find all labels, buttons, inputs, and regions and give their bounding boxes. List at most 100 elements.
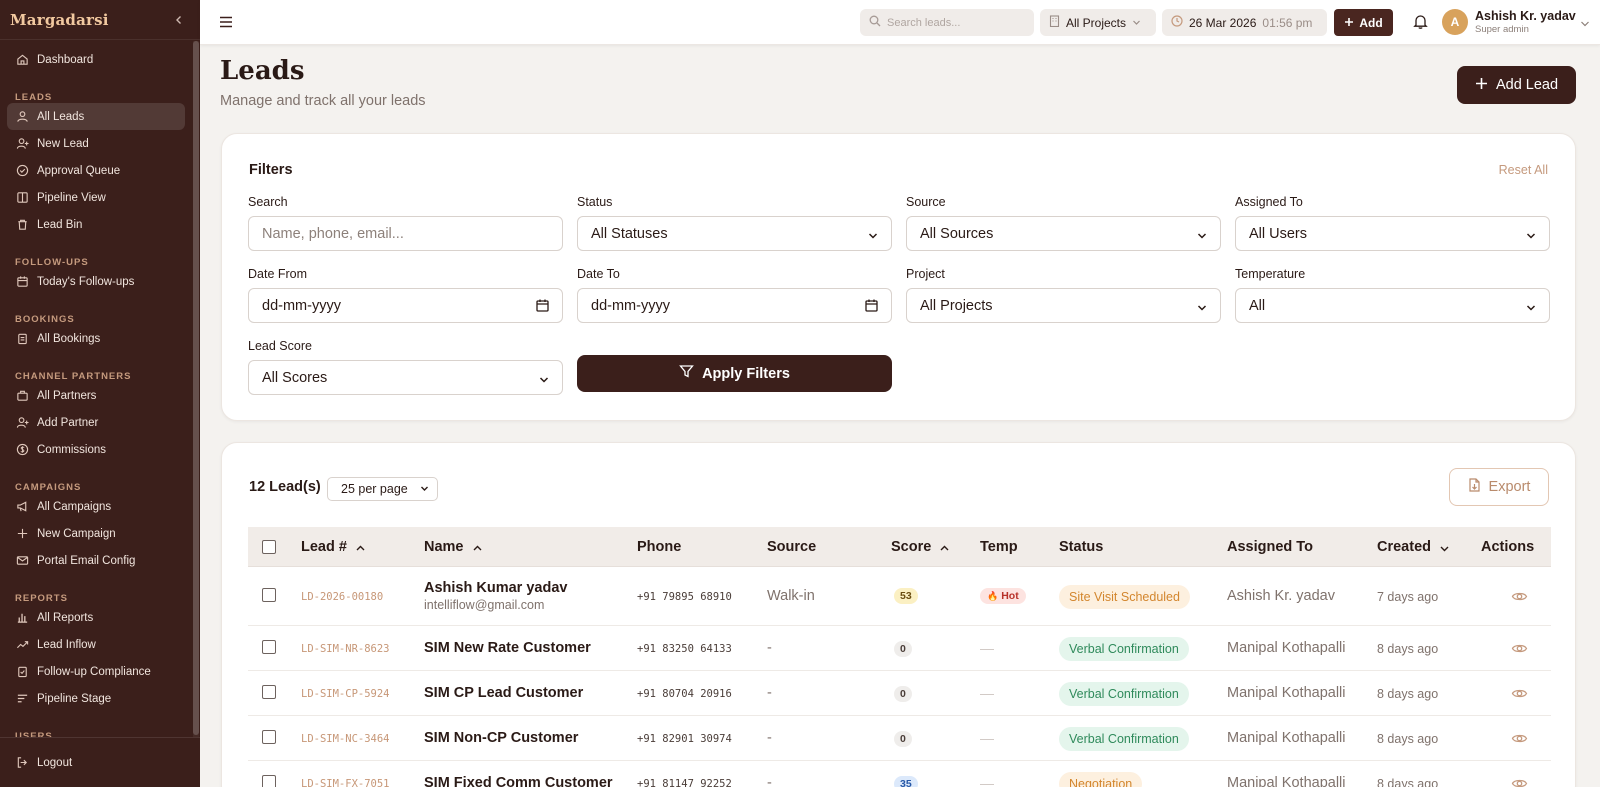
lead-phone: +91 81147 92252 [637, 778, 732, 787]
current-time: 01:56 pm [1262, 15, 1313, 30]
table-row[interactable]: LD-SIM-FX-7051 SIM Fixed Comm Customer +… [248, 762, 1551, 787]
project-filter-select[interactable]: All Projects [906, 288, 1221, 323]
apply-filters-button[interactable]: Apply Filters [577, 355, 892, 392]
sidebar-scrollbar[interactable] [193, 41, 199, 737]
lead-created: 8 days ago [1377, 642, 1439, 656]
logout-button[interactable]: Logout [7, 749, 187, 776]
source-filter-select[interactable]: All Sources [906, 216, 1221, 251]
sidebar-item-add-partner[interactable]: Add Partner [7, 409, 185, 436]
bell-icon[interactable] [1412, 13, 1429, 30]
lead-id[interactable]: LD-SIM-NC-3464 [301, 733, 390, 745]
calendar-icon[interactable] [536, 299, 549, 312]
lead-id[interactable]: LD-SIM-FX-7051 [301, 778, 390, 787]
add-lead-button[interactable]: Add Lead [1457, 66, 1576, 104]
lead-assignee: Manipal Kothapalli [1227, 730, 1346, 746]
file-export-icon [1468, 478, 1481, 496]
column-actions: Actions [1481, 539, 1535, 555]
column-created[interactable]: Created [1377, 527, 1450, 567]
sidebar-scrollbar-thumb[interactable] [193, 41, 199, 735]
menu-icon[interactable] [218, 14, 234, 30]
per-page-select[interactable]: 25 per page [327, 477, 438, 501]
lead-name[interactable]: SIM New Rate Customer [424, 640, 591, 656]
table-row[interactable]: LD-2026-00180 Ashish Kumar yadav intelli… [248, 568, 1551, 626]
global-search[interactable] [860, 9, 1034, 36]
project-selector-value: All Projects [1066, 15, 1127, 30]
lead-name[interactable]: Ashish Kumar yadav [424, 580, 567, 596]
user-menu[interactable]: Ashish Kr. yadav Super admin [1475, 9, 1576, 35]
search-filter-input[interactable]: Name, phone, email... [248, 216, 563, 251]
date-from-input[interactable]: dd-mm-yyyy [248, 288, 563, 323]
sort-desc-icon [1439, 542, 1450, 553]
row-checkbox[interactable] [262, 685, 276, 699]
chevron-down-icon[interactable] [1580, 16, 1590, 27]
lead-name[interactable]: SIM Non-CP Customer [424, 730, 578, 746]
sidebar-item-followup-compliance[interactable]: Follow-up Compliance [7, 658, 185, 685]
view-eye-icon[interactable] [1511, 588, 1528, 605]
collapse-sidebar-icon[interactable] [174, 12, 184, 28]
quick-add-button[interactable]: Add [1334, 9, 1393, 36]
sidebar-item-all-campaigns[interactable]: All Campaigns [7, 493, 185, 520]
avatar[interactable]: A [1442, 9, 1468, 35]
view-eye-icon[interactable] [1511, 685, 1528, 702]
calendar-icon[interactable] [865, 299, 878, 312]
table-row[interactable]: LD-SIM-NR-8623 SIM New Rate Customer +91… [248, 627, 1551, 671]
view-eye-icon[interactable] [1511, 775, 1528, 787]
status-filter-select[interactable]: All Statuses [577, 216, 892, 251]
sidebar-item-approval-queue[interactable]: Approval Queue [7, 157, 185, 184]
sidebar-item-all-leads[interactable]: All Leads [7, 103, 185, 130]
sidebar-section-followups: FOLLOW-UPS [15, 257, 89, 268]
brand-logo[interactable]: Margadarsi [10, 11, 109, 29]
sidebar-item-lead-inflow[interactable]: Lead Inflow [7, 631, 185, 658]
lead-name[interactable]: SIM CP Lead Customer [424, 685, 583, 701]
lead-name[interactable]: SIM Fixed Comm Customer [424, 775, 613, 787]
sidebar-item-label: Pipeline View [37, 191, 106, 204]
sidebar-item-new-lead[interactable]: New Lead [7, 130, 185, 157]
sidebar-section-reports: REPORTS [15, 593, 68, 604]
clipboard-check-icon [16, 665, 29, 678]
view-eye-icon[interactable] [1511, 640, 1528, 657]
lead-id[interactable]: LD-SIM-CP-5924 [301, 688, 390, 700]
assigned-filter-select[interactable]: All Users [1235, 216, 1550, 251]
sidebar-item-all-bookings[interactable]: All Bookings [7, 325, 185, 352]
export-button[interactable]: Export [1449, 468, 1549, 506]
lead-assignee: Manipal Kothapalli [1227, 775, 1346, 787]
sidebar-item-all-partners[interactable]: All Partners [7, 382, 185, 409]
clipboard-icon [16, 332, 29, 345]
global-search-input[interactable] [887, 16, 1027, 29]
project-selector[interactable]: All Projects [1040, 9, 1156, 36]
sidebar-item-commissions[interactable]: Commissions [7, 436, 185, 463]
lead-score: 0 [894, 641, 912, 657]
reset-filters-link[interactable]: Reset All [1499, 163, 1548, 177]
lead-id[interactable]: LD-SIM-NR-8623 [301, 643, 390, 655]
temperature-filter-select[interactable]: All [1235, 288, 1550, 323]
row-checkbox[interactable] [262, 730, 276, 744]
score-filter-select[interactable]: All Scores [248, 360, 563, 395]
view-eye-icon[interactable] [1511, 730, 1528, 747]
row-checkbox[interactable] [262, 775, 276, 787]
sidebar-item-new-campaign[interactable]: New Campaign [7, 520, 185, 547]
lead-id[interactable]: LD-2026-00180 [301, 591, 383, 603]
sidebar-item-pipeline-stage[interactable]: Pipeline Stage [7, 685, 185, 712]
row-checkbox[interactable] [262, 640, 276, 654]
column-name-label: Name [424, 539, 464, 555]
sidebar-item-lead-bin[interactable]: Lead Bin [7, 211, 185, 238]
row-checkbox[interactable] [262, 588, 276, 602]
date-to-input[interactable]: dd-mm-yyyy [577, 288, 892, 323]
table-row[interactable]: LD-SIM-NC-3464 SIM Non-CP Customer +91 8… [248, 717, 1551, 761]
column-score-label: Score [891, 539, 932, 555]
column-score[interactable]: Score [891, 527, 950, 567]
table-row[interactable]: LD-SIM-CP-5924 SIM CP Lead Customer +91 … [248, 672, 1551, 716]
sort-asc-icon [939, 542, 950, 553]
sidebar-item-todays-followups[interactable]: Today's Follow-ups [7, 268, 185, 295]
sidebar-item-dashboard[interactable]: Dashboard [7, 46, 185, 73]
select-all-checkbox[interactable] [262, 527, 276, 567]
column-status: Status [1059, 539, 1104, 555]
sidebar-item-label: New Campaign [37, 527, 116, 540]
column-lead-no[interactable]: Lead # [301, 527, 366, 567]
sidebar-item-pipeline-view[interactable]: Pipeline View [7, 184, 185, 211]
column-name[interactable]: Name [424, 527, 483, 567]
sidebar-item-portal-email-config[interactable]: Portal Email Config [7, 547, 185, 574]
sidebar-item-all-reports[interactable]: All Reports [7, 604, 185, 631]
date-from-value: dd-mm-yyyy [262, 297, 341, 314]
sidebar-item-label: All Campaigns [37, 500, 112, 513]
